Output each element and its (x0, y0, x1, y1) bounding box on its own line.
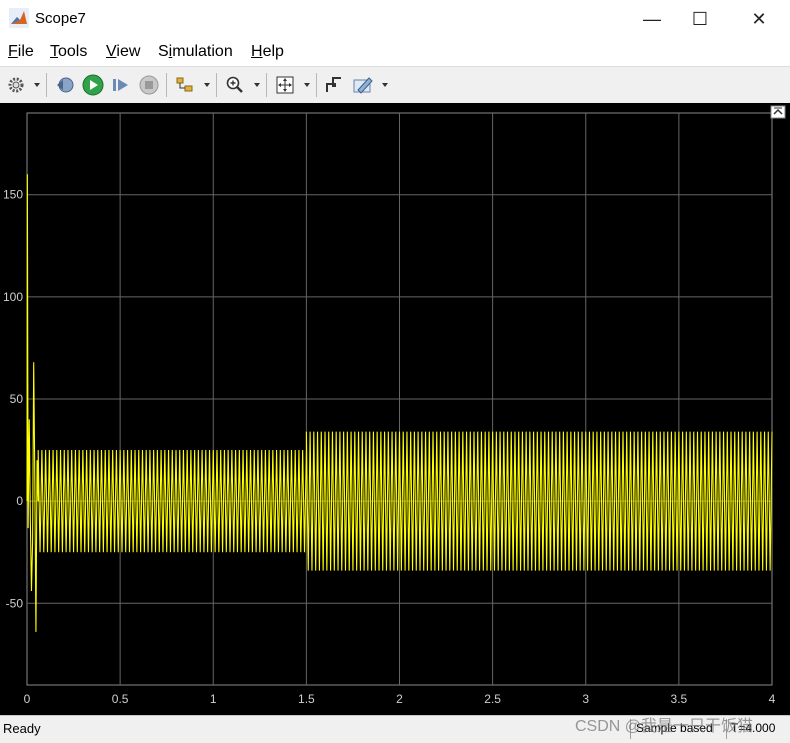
maximize-button[interactable]: ☐ (677, 0, 723, 38)
cursor-measure-icon[interactable] (323, 74, 345, 96)
fit-dropdown-icon[interactable] (304, 83, 310, 87)
menu-view[interactable]: View (106, 43, 140, 61)
menu-file[interactable]: File (8, 43, 34, 61)
x-tick-label: 0 (24, 692, 31, 706)
x-tick-label: 4 (769, 692, 776, 706)
x-tick-label: 2 (396, 692, 403, 706)
toolbar-separator (166, 73, 167, 97)
scope-display[interactable]: 0 0.5 1 1.5 2 2.5 3 3.5 4 -50 0 50 100 150 (0, 103, 790, 715)
style-dropdown-icon[interactable] (382, 83, 388, 87)
menu-simulation[interactable]: Simulation (158, 43, 233, 61)
stop-icon[interactable] (138, 74, 160, 96)
y-tick-label: -50 (6, 596, 24, 610)
zoom-dropdown-icon[interactable] (254, 83, 260, 87)
x-tick-label: 3.5 (671, 692, 688, 706)
x-tick-label: 0.5 (112, 692, 129, 706)
step-back-icon[interactable] (54, 74, 76, 96)
undock-axes-icon[interactable] (770, 105, 786, 119)
close-button[interactable]: ✕ (736, 0, 782, 38)
toolbar-separator (316, 73, 317, 97)
scope-chart[interactable]: 0 0.5 1 1.5 2 2.5 3 3.5 4 -50 0 50 100 150 (0, 103, 790, 715)
matlab-icon (9, 8, 29, 28)
menu-help[interactable]: Help (251, 43, 284, 61)
toolbar-separator (266, 73, 267, 97)
watermark: CSDN @我是一只干饭猫 (575, 718, 754, 735)
x-tick-label: 1 (210, 692, 217, 706)
x-tick-label: 3 (582, 692, 589, 706)
y-tick-label: 50 (10, 392, 24, 406)
x-tick-label: 1.5 (298, 692, 315, 706)
minimize-button[interactable]: — (629, 0, 675, 38)
menu-bar: File Tools View Simulation Help (0, 38, 790, 94)
gear-dropdown-icon[interactable] (34, 83, 40, 87)
gear-icon[interactable] (5, 74, 27, 96)
status-ready: Ready (3, 721, 41, 736)
window-title: Scope7 (35, 10, 86, 27)
menu-tools[interactable]: Tools (50, 43, 87, 61)
y-tick-label: 0 (16, 494, 23, 508)
y-tick-label: 100 (3, 290, 23, 304)
style-icon[interactable] (352, 74, 374, 96)
step-forward-icon[interactable] (110, 74, 132, 96)
signal-select-icon[interactable] (174, 74, 196, 96)
title-bar: Scope7 — ☐ ✕ (0, 0, 790, 38)
y-tick-label: 150 (3, 188, 23, 202)
x-tick-label: 2.5 (484, 692, 501, 706)
signal-dropdown-icon[interactable] (204, 83, 210, 87)
run-icon[interactable] (82, 74, 104, 96)
toolbar-separator (216, 73, 217, 97)
zoom-in-icon[interactable] (224, 74, 246, 96)
toolbar-separator (46, 73, 47, 97)
toolbar (0, 66, 790, 104)
fit-axes-icon[interactable] (274, 74, 296, 96)
